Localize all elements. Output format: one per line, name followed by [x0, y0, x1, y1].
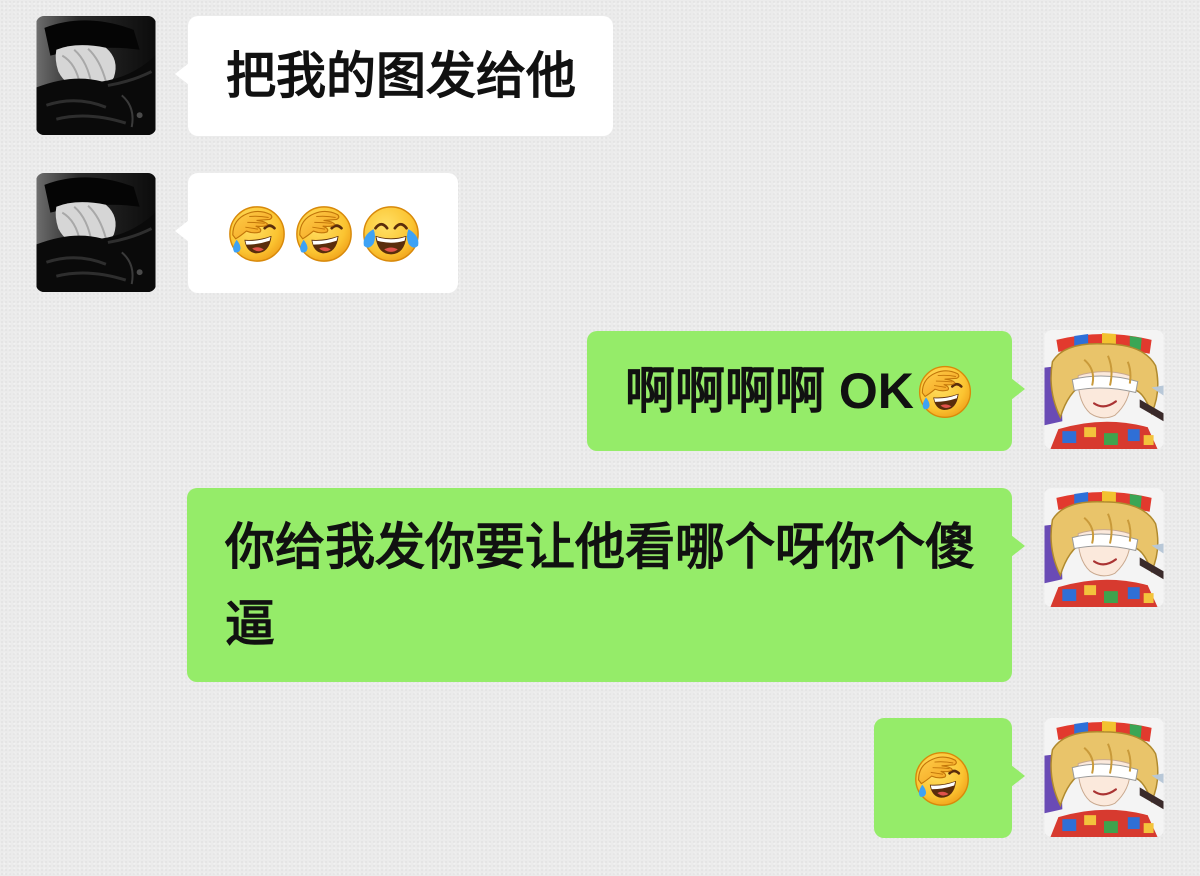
message-bubble[interactable]: 把我的图发给他 — [175, 16, 613, 136]
contact-avatar[interactable] — [36, 16, 156, 135]
bubble-tail — [175, 220, 189, 242]
message-text: 你给我发你要让他看哪个呀你个傻逼 — [225, 519, 975, 652]
bubble-tail — [175, 63, 189, 85]
facepalm-emoji-icon — [293, 202, 355, 264]
contact-avatar[interactable] — [36, 173, 156, 292]
message-text: 啊啊啊啊 OK — [625, 362, 914, 419]
tears-of-joy-emoji-icon — [360, 202, 422, 264]
emoji-row — [226, 202, 422, 264]
bubble-tail — [1011, 378, 1025, 400]
self-avatar[interactable] — [1044, 718, 1164, 837]
message-text: 把我的图发给他 — [226, 47, 576, 104]
message-bubble[interactable] — [874, 718, 1025, 838]
bubble-tail — [1011, 765, 1025, 787]
self-avatar[interactable] — [1044, 330, 1164, 449]
message-bubble[interactable]: 啊啊啊啊 OK — [587, 331, 1025, 451]
facepalm-emoji-icon — [226, 202, 288, 264]
bubble-tail — [1011, 535, 1025, 557]
facepalm-emoji-icon — [912, 748, 972, 808]
message-bubble[interactable]: 你给我发你要让他看哪个呀你个傻逼 — [187, 488, 1025, 682]
self-avatar[interactable] — [1044, 488, 1164, 607]
message-bubble[interactable] — [175, 173, 458, 293]
facepalm-emoji-icon — [916, 362, 974, 420]
